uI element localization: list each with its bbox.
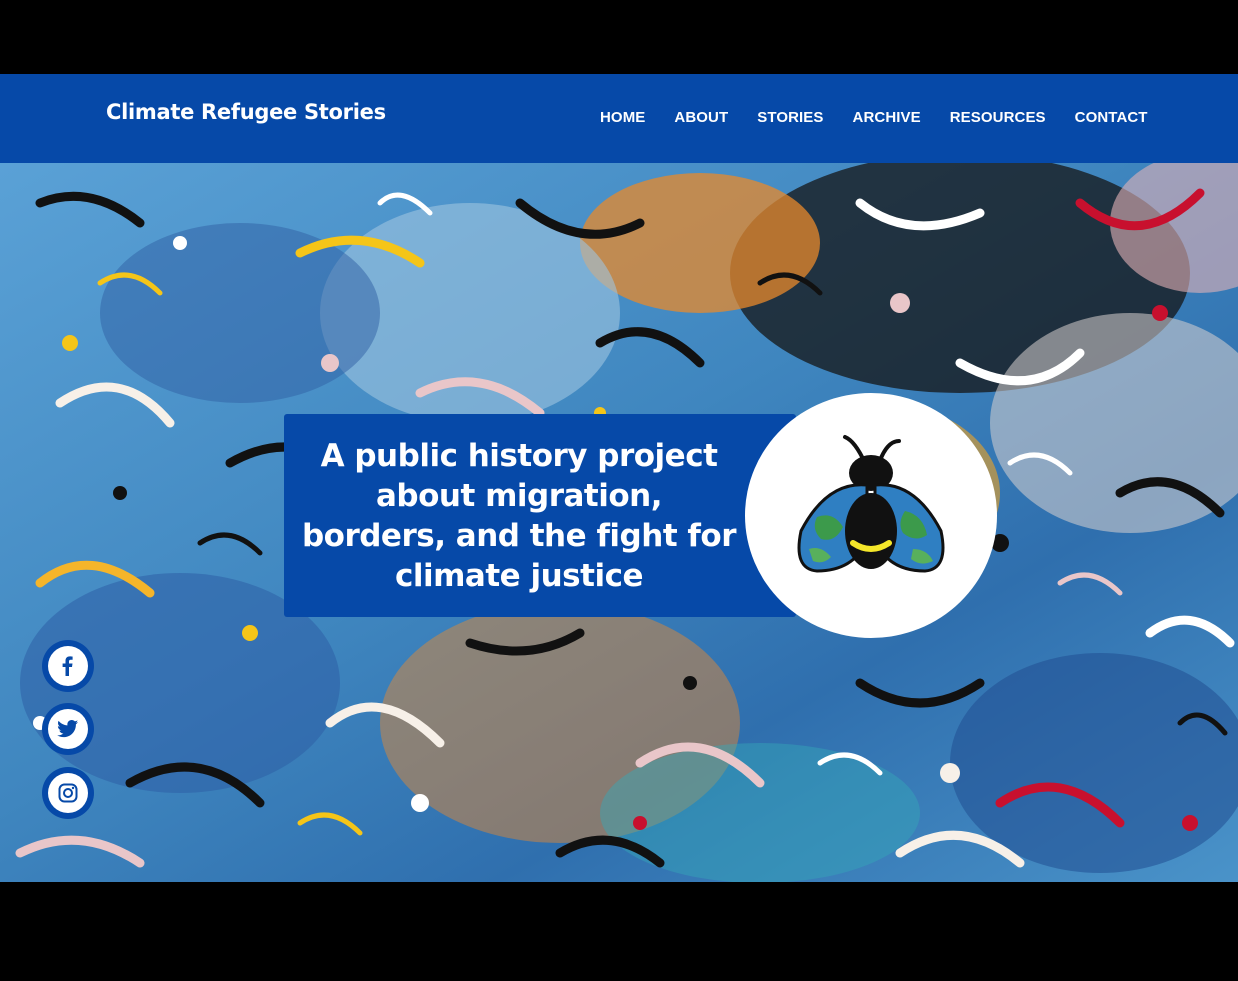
nav-home[interactable]: HOME — [600, 109, 645, 126]
main-nav: HOME ABOUT STORIES ARCHIVE RESOURCES CON… — [600, 109, 1148, 126]
hero-tagline: A public history project about migration… — [301, 438, 737, 594]
page: Climate Refugee Stories HOME ABOUT STORI… — [0, 0, 1238, 981]
nav-contact[interactable]: CONTACT — [1075, 109, 1148, 126]
nav-about[interactable]: ABOUT — [674, 109, 728, 126]
instagram-button[interactable] — [42, 767, 94, 819]
nav-resources[interactable]: RESOURCES — [950, 109, 1046, 126]
instagram-icon — [48, 773, 88, 813]
firefly-earth-icon — [797, 435, 945, 573]
nav-stories[interactable]: STORIES — [757, 109, 823, 126]
facebook-icon — [48, 646, 88, 686]
site-title-link[interactable]: Climate Refugee Stories — [106, 100, 386, 124]
nav-archive[interactable]: ARCHIVE — [853, 109, 921, 126]
twitter-button[interactable] — [42, 703, 94, 755]
project-logo — [745, 393, 997, 638]
twitter-icon — [48, 709, 88, 749]
site-header: Climate Refugee Stories HOME ABOUT STORI… — [0, 74, 1238, 163]
facebook-button[interactable] — [42, 640, 94, 692]
